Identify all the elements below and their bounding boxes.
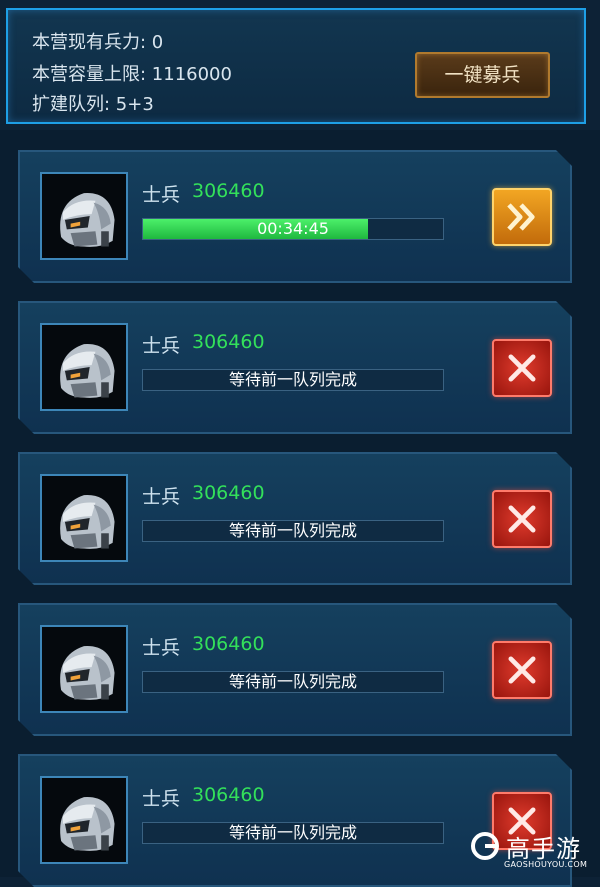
unit-name: 士兵 [142, 788, 181, 810]
cancel-button[interactable] [492, 641, 552, 699]
waiting-text: 等待前一队列完成 [228, 521, 357, 540]
progress-bar: 00:34:45 [142, 218, 444, 240]
unit-count: 306460 [192, 180, 265, 202]
capacity-stat: 本营容量上限: 1116000 [32, 60, 232, 86]
unit-count: 306460 [192, 482, 265, 504]
queues-stat: 扩建队列: 5+3 [32, 90, 154, 116]
queue-item: 士兵 306460 等待前一队列完成 [18, 603, 572, 736]
queue-item: 士兵 306460 等待前一队列完成 [18, 301, 572, 434]
unit-count: 306460 [192, 784, 265, 806]
close-icon [494, 492, 550, 546]
status-bar: 等待前一队列完成 [142, 822, 444, 844]
capacity-value: 1116000 [151, 64, 232, 85]
troops-stat: 本营现有兵力: 0 [32, 28, 163, 54]
unit-name: 士兵 [142, 335, 181, 357]
logo-url: GAOSHOUYOU.COM [504, 860, 588, 869]
status-bar: 等待前一队列完成 [142, 671, 444, 693]
unit-name: 士兵 [142, 637, 181, 659]
troops-value: 0 [151, 32, 164, 53]
soldier-portrait [40, 625, 128, 713]
soldier-helmet-icon [42, 325, 126, 409]
waiting-text: 等待前一队列完成 [228, 672, 357, 691]
watermark-logo: 高手游 GAOSHOUYOU.COM [466, 829, 594, 873]
soldier-portrait [40, 474, 128, 562]
unit-name: 士兵 [142, 486, 181, 508]
queues-value: 5+3 [115, 94, 154, 115]
training-queue-list[interactable]: 士兵 306460 00:34:45 士兵 306460 等待前一队列完成 士兵… [0, 130, 600, 877]
camp-info-panel: 本营现有兵力: 0 本营容量上限: 1116000 扩建队列: 5+3 一键募兵 [6, 8, 586, 124]
logo-title: 高手游 [506, 835, 581, 863]
timer-text: 00:34:45 [257, 219, 329, 238]
recruit-all-button[interactable]: 一键募兵 [415, 52, 550, 98]
cancel-button[interactable] [492, 490, 552, 548]
soldier-helmet-icon [42, 627, 126, 711]
close-icon [494, 341, 550, 395]
queue-item: 士兵 306460 00:34:45 [18, 150, 572, 283]
queues-separator: : [104, 94, 116, 115]
troops-label: 本营现有兵力 [32, 32, 140, 53]
double-chevron-right-icon [494, 190, 550, 244]
soldier-portrait [40, 172, 128, 260]
logo-icon [471, 832, 499, 860]
troops-separator: : [140, 32, 152, 53]
waiting-text: 等待前一队列完成 [228, 370, 357, 389]
unit-count: 306460 [192, 331, 265, 353]
cancel-button[interactable] [492, 339, 552, 397]
soldier-helmet-icon [42, 174, 126, 258]
status-bar: 等待前一队列完成 [142, 369, 444, 391]
capacity-separator: : [140, 64, 152, 85]
speed-up-button[interactable] [492, 188, 552, 246]
soldier-portrait [40, 323, 128, 411]
close-icon [494, 643, 550, 697]
soldier-helmet-icon [42, 476, 126, 560]
status-bar: 等待前一队列完成 [142, 520, 444, 542]
soldier-portrait [40, 776, 128, 864]
capacity-label: 本营容量上限 [32, 64, 140, 85]
soldier-helmet-icon [42, 778, 126, 862]
queues-label: 扩建队列 [32, 94, 104, 115]
unit-count: 306460 [192, 633, 265, 655]
queue-item: 士兵 306460 等待前一队列完成 [18, 452, 572, 585]
unit-name: 士兵 [142, 184, 181, 206]
waiting-text: 等待前一队列完成 [228, 823, 357, 842]
